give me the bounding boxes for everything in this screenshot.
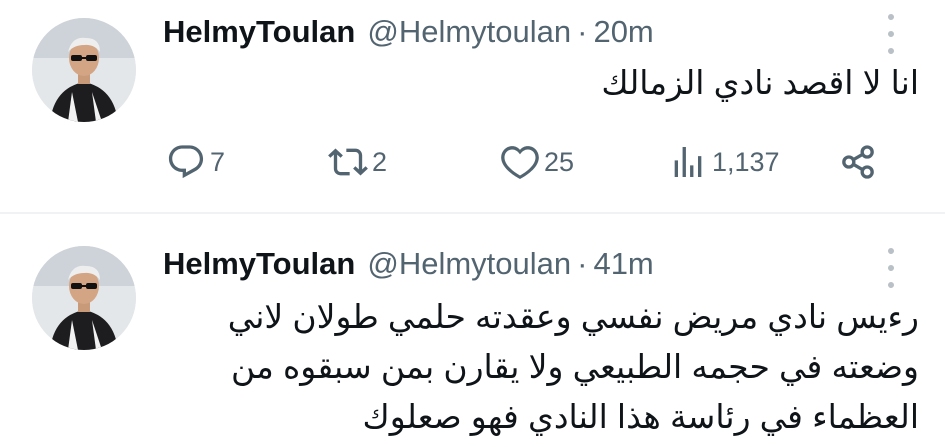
like-count: 25: [544, 146, 575, 177]
avatar[interactable]: [32, 246, 136, 350]
display-name[interactable]: HelmyToulan: [163, 242, 355, 286]
user-handle[interactable]: @Helmytoulan: [367, 242, 571, 286]
more-dots-icon[interactable]: [884, 248, 898, 288]
display-name[interactable]: HelmyToulan: [163, 10, 355, 54]
tweet-header: HelmyToulan @Helmytoulan · 41m: [163, 242, 654, 286]
tweet-header: HelmyToulan @Helmytoulan · 20m: [163, 10, 654, 54]
share-icon: [842, 145, 874, 179]
retweet-count: 2: [372, 146, 388, 177]
separator-dot: ·: [577, 246, 588, 281]
share-button[interactable]: [838, 140, 878, 184]
retweet-button[interactable]: 2: [328, 140, 387, 184]
reply-icon: [168, 145, 204, 179]
tweet-text: انا لا اقصد نادي الزمالك: [601, 60, 919, 106]
views-chart-icon: [674, 147, 702, 177]
views-count: 1,137: [712, 146, 780, 177]
timestamp[interactable]: 20m: [593, 10, 653, 54]
avatar-photo: [32, 18, 136, 122]
tweet[interactable]: HelmyToulan @Helmytoulan · 20m انا لا اق…: [0, 0, 945, 212]
avatar[interactable]: [32, 18, 136, 122]
tweet-text-line: وضعته في حجمه الطبيعي ولا يقارن بمن سبقو…: [231, 348, 919, 385]
tweet[interactable]: HelmyToulan @Helmytoulan · 41m رءيس نادي…: [0, 214, 945, 447]
reply-button[interactable]: 7: [166, 140, 225, 184]
reply-count: 7: [210, 146, 226, 177]
tweet-text-line: رءيس نادي مريض نفسي وعقدته حلمي طولان لا…: [227, 298, 919, 335]
retweet-icon: [328, 148, 368, 176]
tweet-actions: 7 2 25 1,137: [0, 140, 945, 184]
avatar-photo: [32, 246, 136, 350]
tweet-text-line: العظماء في رئاسة هذا النادي فهو صعلوك: [362, 398, 919, 435]
like-button[interactable]: 25: [500, 140, 574, 184]
user-handle[interactable]: @Helmytoulan: [367, 10, 571, 54]
timestamp[interactable]: 41m: [593, 242, 653, 286]
tweet-text: رءيس نادي مريض نفسي وعقدته حلمي طولان لا…: [228, 292, 919, 442]
heart-icon: [501, 146, 539, 179]
tweet-text-line: انا لا اقصد نادي الزمالك: [601, 64, 919, 101]
views-button[interactable]: 1,137: [668, 140, 780, 184]
separator-dot: ·: [577, 14, 588, 49]
more-dots-icon[interactable]: [884, 14, 898, 54]
